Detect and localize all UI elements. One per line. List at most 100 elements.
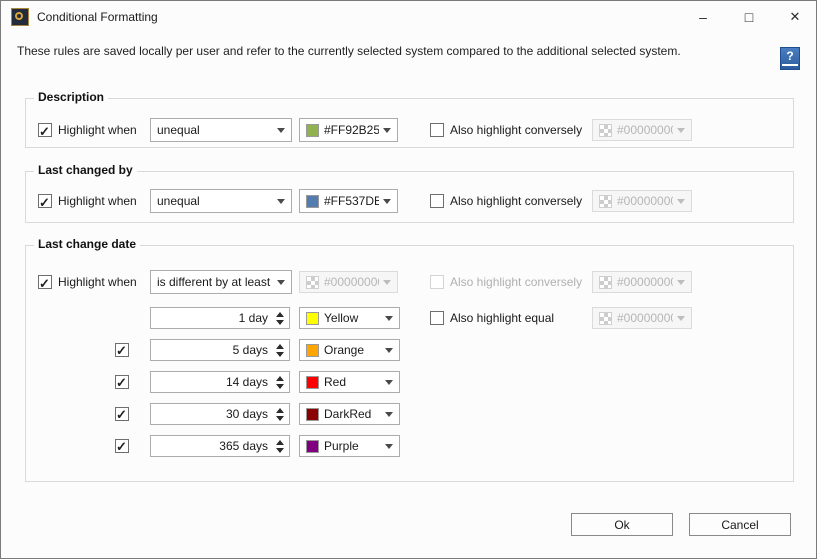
last-changed-by-highlight-checkbox[interactable]: ✓ xyxy=(38,194,52,208)
threshold-3-color-name: Red xyxy=(324,371,381,393)
description-conversely-label[interactable]: Also highlight conversely xyxy=(450,118,582,142)
last-changed-by-group: Last changed by ✓ Highlight when unequal… xyxy=(25,171,794,223)
spin-up-icon[interactable] xyxy=(276,404,284,413)
chevron-down-icon xyxy=(385,380,393,389)
description-conversely-color-select: #00000000 xyxy=(592,119,692,141)
last-change-date-group-title: Last change date xyxy=(34,237,140,251)
color-swatch xyxy=(306,440,319,453)
help-button[interactable]: ? xyxy=(780,47,800,70)
threshold-3-value[interactable]: 14 days xyxy=(226,371,268,393)
description-color-select[interactable]: #FF92B250 xyxy=(299,118,398,142)
threshold-4-checkbox[interactable]: ✓ xyxy=(115,407,129,421)
threshold-3-color-select[interactable]: Red xyxy=(299,371,400,393)
last-change-date-highlight-checkbox[interactable]: ✓ xyxy=(38,275,52,289)
chevron-down-icon xyxy=(677,316,685,325)
last-changed-by-highlight-label[interactable]: Highlight when xyxy=(58,189,137,213)
description-color-value: #FF92B250 xyxy=(324,118,379,142)
equal-color-value: #00000000 xyxy=(617,307,673,329)
transparent-swatch xyxy=(599,124,612,137)
threshold-4-value[interactable]: 30 days xyxy=(226,403,268,425)
description-highlight-label[interactable]: Highlight when xyxy=(58,118,137,142)
last-changed-by-color-select[interactable]: #FF537DB1 xyxy=(299,189,398,213)
threshold-5-color-select[interactable]: Purple xyxy=(299,435,400,457)
spin-down-icon[interactable] xyxy=(276,448,284,457)
close-button[interactable]: ✕ xyxy=(772,1,817,33)
chevron-down-icon xyxy=(385,316,393,325)
chevron-down-icon xyxy=(383,128,391,137)
chevron-down-icon xyxy=(383,199,391,208)
conditional-formatting-dialog: Conditional Formatting – □ ✕ These rules… xyxy=(0,0,817,559)
ok-button[interactable]: Ok xyxy=(571,513,673,536)
spin-down-icon[interactable] xyxy=(276,384,284,393)
last-changed-by-color-value: #FF537DB1 xyxy=(324,189,379,213)
titlebar[interactable]: Conditional Formatting – □ ✕ xyxy=(1,1,816,33)
last-changed-by-conversely-checkbox[interactable]: ✓ xyxy=(430,194,444,208)
spin-down-icon[interactable] xyxy=(276,352,284,361)
check-icon: ✓ xyxy=(39,120,50,144)
cancel-button[interactable]: Cancel xyxy=(689,513,791,536)
threshold-1-color-select[interactable]: Yellow xyxy=(299,307,400,329)
description-group: Description ✓ Highlight when unequal #FF… xyxy=(25,98,794,148)
chevron-down-icon xyxy=(277,199,285,208)
chevron-down-icon xyxy=(383,280,391,289)
spin-up-icon[interactable] xyxy=(276,372,284,381)
check-icon: ✓ xyxy=(39,272,50,296)
minimize-icon: – xyxy=(699,9,707,25)
threshold-3-checkbox[interactable]: ✓ xyxy=(115,375,129,389)
description-operator-select[interactable]: unequal xyxy=(150,118,292,142)
spin-up-icon[interactable] xyxy=(276,340,284,349)
chevron-down-icon xyxy=(277,280,285,289)
transparent-swatch xyxy=(599,195,612,208)
color-swatch xyxy=(306,312,319,325)
threshold-5-spinner[interactable]: 365 days xyxy=(150,435,290,457)
last-changed-by-conversely-label[interactable]: Also highlight conversely xyxy=(450,189,582,213)
chevron-down-icon xyxy=(277,128,285,137)
spin-up-icon[interactable] xyxy=(276,436,284,445)
also-highlight-equal-checkbox[interactable]: ✓ xyxy=(430,311,444,325)
minimize-button[interactable]: – xyxy=(680,1,726,33)
last-change-date-color-select: #00000000 xyxy=(299,271,398,293)
close-icon: ✕ xyxy=(790,9,801,24)
transparent-swatch xyxy=(306,276,319,289)
chevron-down-icon xyxy=(385,412,393,421)
transparent-swatch xyxy=(599,276,612,289)
threshold-2-checkbox[interactable]: ✓ xyxy=(115,343,129,357)
threshold-3-spinner[interactable]: 14 days xyxy=(150,371,290,393)
description-highlight-checkbox[interactable]: ✓ xyxy=(38,123,52,137)
check-icon: ✓ xyxy=(116,436,127,458)
threshold-5-value[interactable]: 365 days xyxy=(219,435,268,457)
threshold-4-spinner[interactable]: 30 days xyxy=(150,403,290,425)
threshold-5-checkbox[interactable]: ✓ xyxy=(115,439,129,453)
description-group-title: Description xyxy=(34,90,108,104)
threshold-4-color-select[interactable]: DarkRed xyxy=(299,403,400,425)
maximize-button[interactable]: □ xyxy=(726,1,772,33)
last-change-date-highlight-label[interactable]: Highlight when xyxy=(58,270,137,294)
app-icon xyxy=(11,8,29,26)
last-change-date-operator-select[interactable]: is different by at least xyxy=(150,270,292,294)
check-icon: ✓ xyxy=(39,191,50,215)
chevron-down-icon xyxy=(677,280,685,289)
last-change-date-color-value: #00000000 xyxy=(324,270,379,294)
threshold-1-value[interactable]: 1 day xyxy=(239,307,268,329)
threshold-1-spinner[interactable]: 1 day xyxy=(150,307,290,329)
threshold-2-color-select[interactable]: Orange xyxy=(299,339,400,361)
threshold-1-color-name: Yellow xyxy=(324,307,381,329)
spin-up-icon[interactable] xyxy=(276,308,284,317)
last-change-date-conversely-label: Also highlight conversely xyxy=(450,270,582,294)
help-book-stripe xyxy=(782,64,798,66)
spin-down-icon[interactable] xyxy=(276,320,284,329)
spin-down-icon[interactable] xyxy=(276,416,284,425)
app-icon-ring xyxy=(15,12,23,20)
threshold-2-value[interactable]: 5 days xyxy=(233,339,268,361)
description-conversely-checkbox[interactable]: ✓ xyxy=(430,123,444,137)
threshold-2-color-name: Orange xyxy=(324,339,381,361)
also-highlight-equal-label[interactable]: Also highlight equal xyxy=(450,307,554,329)
chevron-down-icon xyxy=(385,444,393,453)
last-change-date-conversely-color-select: #00000000 xyxy=(592,271,692,293)
maximize-icon: □ xyxy=(745,9,753,25)
last-changed-by-operator-select[interactable]: unequal xyxy=(150,189,292,213)
color-swatch xyxy=(306,408,319,421)
threshold-2-spinner[interactable]: 5 days xyxy=(150,339,290,361)
chevron-down-icon xyxy=(385,348,393,357)
check-icon: ✓ xyxy=(116,404,127,426)
